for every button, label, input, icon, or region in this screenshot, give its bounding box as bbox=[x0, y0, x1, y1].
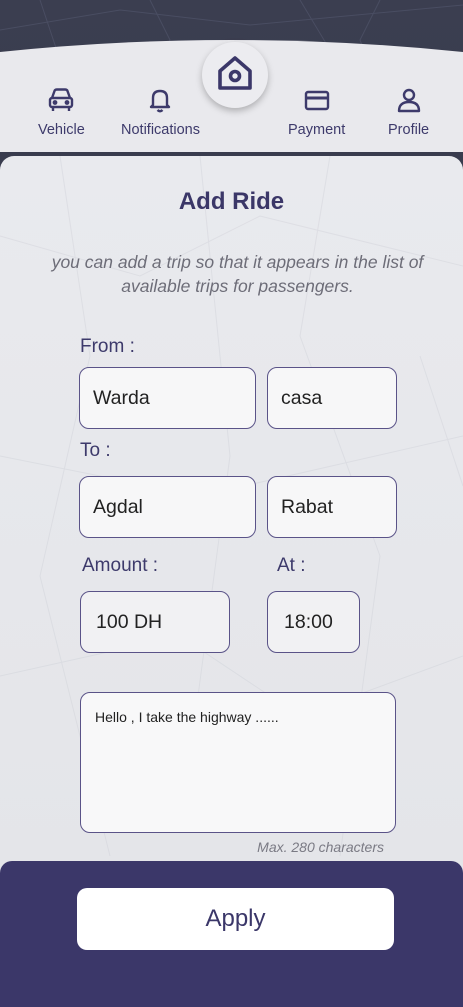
credit-card-icon bbox=[303, 86, 331, 114]
home-icon bbox=[215, 54, 255, 97]
from-place-value: Warda bbox=[93, 386, 150, 409]
user-icon bbox=[395, 86, 423, 114]
footer-bar: Apply bbox=[0, 861, 463, 1007]
nav-item-label: Payment bbox=[288, 122, 346, 138]
from-city-value: casa bbox=[281, 386, 323, 409]
from-city-input[interactable]: casa bbox=[267, 367, 397, 429]
apply-button[interactable]: Apply bbox=[77, 888, 394, 950]
amount-label: Amount : bbox=[82, 555, 159, 576]
nav-item-label: Profile bbox=[388, 122, 430, 138]
to-place-value: Agdal bbox=[93, 495, 143, 518]
nav-item-profile[interactable]: Profile bbox=[388, 86, 429, 138]
nav-item-label: Vehicle bbox=[38, 122, 85, 138]
from-label: From : bbox=[80, 336, 135, 357]
bottom-tab-bar: Vehicle Notifications Payment Profile bbox=[0, 40, 463, 152]
page-subtitle: you can add a trip so that it appears in… bbox=[51, 252, 424, 296]
add-ride-card: Add Ride you can add a trip so that it a… bbox=[0, 156, 463, 1007]
car-icon bbox=[47, 86, 75, 114]
to-city-value: Rabat bbox=[281, 495, 334, 518]
nav-item-notifications[interactable]: Notifications bbox=[121, 86, 200, 138]
page-title: Add Ride bbox=[178, 188, 285, 215]
bell-icon bbox=[146, 86, 174, 114]
nav-item-payment[interactable]: Payment bbox=[288, 86, 345, 138]
message-textarea[interactable]: Hello , I take the highway ...... bbox=[80, 692, 396, 833]
home-button[interactable] bbox=[202, 42, 268, 108]
to-label: To : bbox=[80, 440, 111, 461]
message-value: Hello , I take the highway ...... bbox=[95, 709, 279, 725]
nav-item-label: Notifications bbox=[121, 122, 200, 138]
time-input[interactable]: 18:00 bbox=[267, 591, 360, 653]
to-place-input[interactable]: Agdal bbox=[79, 476, 256, 538]
time-label: At : bbox=[277, 555, 306, 576]
to-city-input[interactable]: Rabat bbox=[267, 476, 397, 538]
max-characters-hint: Max. 280 characters bbox=[257, 839, 384, 855]
amount-input[interactable]: 100 DH bbox=[80, 591, 230, 653]
time-value: 18:00 bbox=[284, 610, 333, 633]
nav-item-vehicle[interactable]: Vehicle bbox=[38, 86, 85, 138]
amount-value: 100 DH bbox=[96, 610, 163, 633]
from-place-input[interactable]: Warda bbox=[79, 367, 256, 429]
